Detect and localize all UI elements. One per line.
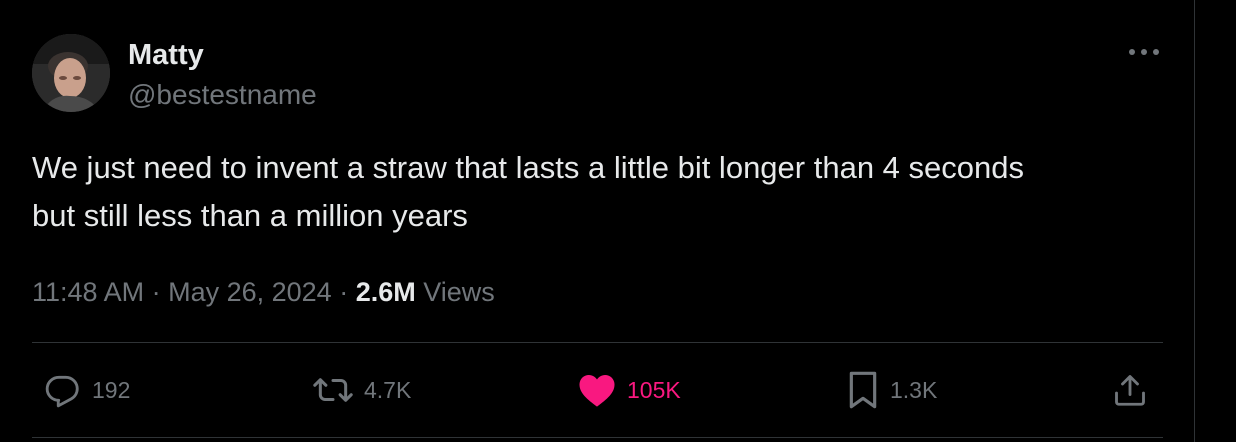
views-count[interactable]: 2.6M [356, 277, 416, 307]
author-display-name[interactable]: Matty [128, 38, 204, 72]
meta-separator: · [144, 277, 169, 307]
share-icon [1112, 371, 1148, 409]
tweet-time[interactable]: 11:48 AM [32, 277, 144, 307]
bookmark-icon [846, 370, 880, 410]
reply-count: 192 [92, 376, 131, 403]
tweet-text: We just need to invent a straw that last… [32, 150, 1024, 233]
divider-top [32, 342, 1163, 343]
tweet-card: Matty @bestestname We just need to inven… [0, 0, 1236, 442]
tweet-date[interactable]: May 26, 2024 [168, 277, 332, 307]
like-count: 105K [627, 376, 681, 403]
bookmark-button[interactable]: 1.3K [846, 370, 937, 410]
divider-bottom [32, 437, 1163, 438]
reply-icon [44, 371, 82, 409]
repost-button[interactable]: 4.7K [312, 370, 411, 410]
more-options-button[interactable] [1122, 38, 1166, 68]
share-button[interactable] [1112, 370, 1148, 410]
bookmark-count: 1.3K [890, 376, 938, 403]
reply-button[interactable]: 192 [44, 370, 130, 410]
heart-filled-icon [577, 371, 617, 409]
repost-count: 4.7K [364, 376, 412, 403]
views-label: Views [415, 277, 495, 307]
column-divider [1194, 0, 1195, 442]
more-horizontal-icon [1126, 44, 1162, 62]
author-handle[interactable]: @bestestname [128, 78, 317, 112]
meta-separator: · [331, 277, 356, 307]
repost-icon [312, 371, 354, 409]
like-button[interactable]: 105K [577, 370, 681, 410]
avatar[interactable] [32, 34, 110, 112]
tweet-meta: 11:48 AM · May 26, 2024 · 2.6M Views [32, 275, 495, 309]
